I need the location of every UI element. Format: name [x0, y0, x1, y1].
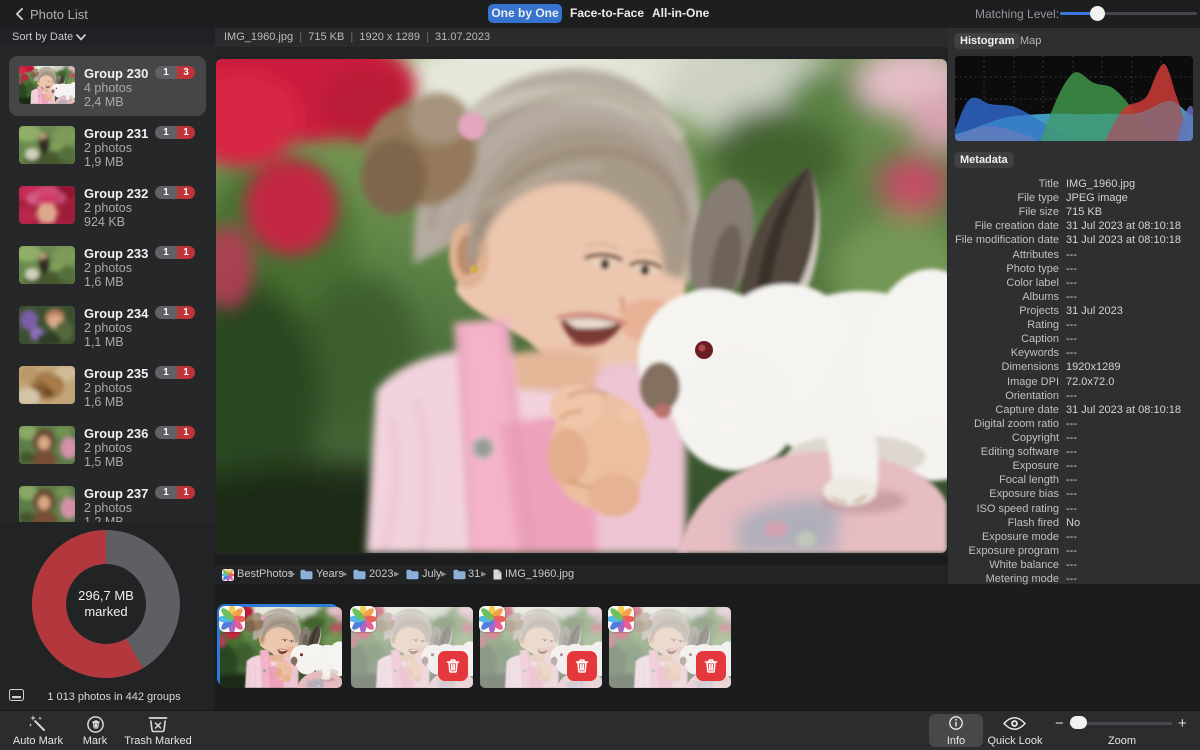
svg-text:296,7 MB: 296,7 MB	[78, 588, 134, 603]
svg-text:marked: marked	[84, 604, 127, 619]
